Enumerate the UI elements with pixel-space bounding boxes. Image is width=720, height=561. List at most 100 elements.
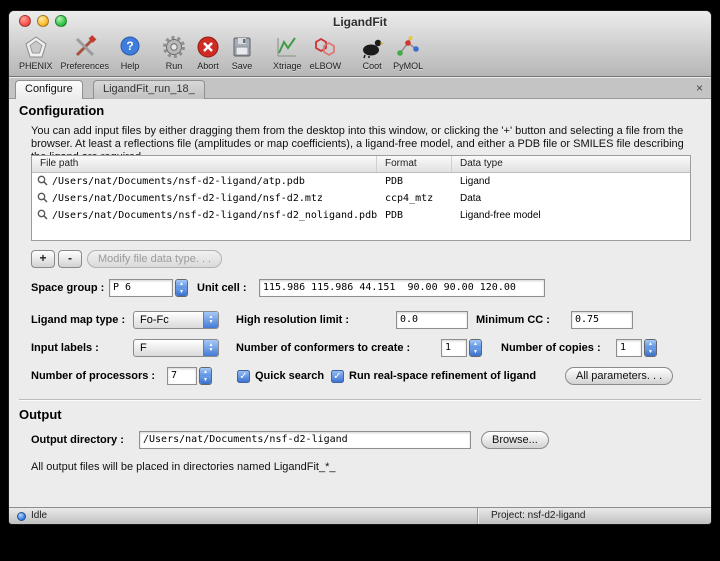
- conformers-stepper[interactable]: [469, 339, 482, 357]
- real-space-refinement-checkbox[interactable]: Run real-space refinement of ligand: [331, 367, 536, 385]
- modify-file-data-type-button[interactable]: Modify file data type. . .: [87, 250, 222, 268]
- run-gear-icon: [161, 34, 187, 60]
- input-labels-dropdown[interactable]: F: [133, 339, 219, 357]
- toolbar-preferences-button[interactable]: Preferences: [57, 33, 114, 72]
- file-path-cell: /Users/nat/Documents/nsf-d2-ligand/atp.p…: [52, 176, 377, 187]
- output-heading: Output: [19, 407, 62, 422]
- unit-cell-input[interactable]: 115.986 115.986 44.151 90.00 90.00 120.0…: [259, 279, 545, 297]
- output-directory-label: Output directory :: [31, 431, 124, 449]
- table-row[interactable]: /Users/nat/Documents/nsf-d2-ligand/nsf-d…: [32, 207, 690, 224]
- remove-file-button[interactable]: -: [58, 250, 82, 268]
- checkbox-label: Run real-space refinement of ligand: [349, 370, 536, 382]
- all-parameters-button[interactable]: All parameters. . .: [565, 367, 673, 385]
- ligand-map-type-dropdown[interactable]: Fo-Fc: [133, 311, 219, 329]
- output-directory-input[interactable]: /Users/nat/Documents/nsf-d2-ligand: [139, 431, 471, 449]
- status-indicator-icon: [17, 512, 26, 521]
- window-chrome: LigandFit PHENIX Preferences ? Help: [9, 11, 711, 77]
- toolbar-label: PHENIX: [19, 61, 53, 71]
- format-cell: PDB: [377, 176, 452, 187]
- toolbar-elbow-button[interactable]: eLBOW: [306, 33, 346, 72]
- xtriage-chart-icon: [274, 34, 300, 60]
- dropdown-value: F: [134, 340, 203, 356]
- input-files-table[interactable]: File path Format Data type /Users/nat/Do…: [31, 155, 691, 241]
- toolbar-xtriage-button[interactable]: Xtriage: [269, 33, 306, 72]
- stepper-up-icon[interactable]: [200, 368, 211, 376]
- stepper-up-icon[interactable]: [470, 340, 481, 348]
- stepper-down-icon[interactable]: [200, 376, 211, 384]
- column-header-file-path: File path: [32, 156, 377, 172]
- stepper-up-icon[interactable]: [645, 340, 656, 348]
- conformers-label: Number of conformers to create :: [236, 339, 410, 357]
- high-resolution-limit-input[interactable]: 0.0: [396, 311, 468, 329]
- table-row[interactable]: /Users/nat/Documents/nsf-d2-ligand/atp.p…: [32, 173, 690, 190]
- toolbar-label: PyMOL: [393, 61, 423, 71]
- space-group-label: Space group :: [31, 279, 104, 297]
- column-header-format: Format: [377, 156, 452, 172]
- dropdown-arrows-icon: [203, 340, 218, 356]
- toolbar-save-button[interactable]: Save: [225, 33, 259, 72]
- minimum-cc-label: Minimum CC :: [476, 311, 550, 329]
- quick-search-checkbox[interactable]: Quick search: [237, 367, 324, 385]
- format-cell: ccp4_mtz: [377, 193, 452, 204]
- toolbar-label: Run: [166, 61, 183, 71]
- coot-bird-icon: [359, 34, 385, 60]
- data-type-cell: Ligand-free model: [452, 210, 690, 221]
- toolbar-phenix-button[interactable]: PHENIX: [15, 33, 57, 72]
- preferences-icon: [72, 34, 98, 60]
- toolbar-label: eLBOW: [310, 61, 342, 71]
- abort-icon: [195, 34, 221, 60]
- toolbar-help-button[interactable]: ? Help: [113, 33, 147, 72]
- table-header: File path Format Data type: [32, 156, 690, 173]
- toolbar-label: Preferences: [61, 61, 110, 71]
- phenix-icon: [23, 34, 49, 60]
- conformers-input[interactable]: 1: [441, 339, 467, 357]
- status-bar: Idle Project: nsf-d2-ligand: [9, 507, 711, 524]
- space-group-input[interactable]: P 6: [109, 279, 173, 297]
- checkbox-checked-icon: [331, 370, 344, 383]
- toolbar-label: Abort: [197, 61, 219, 71]
- minimum-cc-input[interactable]: 0.75: [571, 311, 633, 329]
- toolbar-label: Save: [232, 61, 253, 71]
- tab-bar: Configure LigandFit_run_18_ ×: [9, 78, 711, 99]
- magnifier-icon: [32, 192, 52, 206]
- space-group-stepper[interactable]: [175, 279, 188, 297]
- table-row[interactable]: /Users/nat/Documents/nsf-d2-ligand/nsf-d…: [32, 190, 690, 207]
- magnifier-icon: [32, 209, 52, 223]
- pymol-molecule-icon: [395, 34, 421, 60]
- configure-panel: Configuration You can add input files by…: [9, 99, 711, 507]
- dropdown-value: Fo-Fc: [134, 312, 203, 328]
- processors-stepper[interactable]: [199, 367, 212, 385]
- elbow-molecule-icon: [312, 34, 338, 60]
- add-file-button[interactable]: +: [31, 250, 55, 268]
- project-name-text: Project: nsf-d2-ligand: [491, 510, 586, 521]
- output-note-text: All output files will be placed in direc…: [31, 461, 336, 473]
- toolbar-coot-button[interactable]: Coot: [355, 33, 389, 72]
- save-floppy-icon: [229, 34, 255, 60]
- app-window: LigandFit PHENIX Preferences ? Help: [8, 10, 712, 525]
- column-header-data-type: Data type: [452, 156, 690, 172]
- input-labels-label: Input labels :: [31, 339, 99, 357]
- browse-button[interactable]: Browse...: [481, 431, 549, 449]
- data-type-cell: Data: [452, 193, 690, 204]
- stepper-down-icon[interactable]: [176, 288, 187, 296]
- stepper-down-icon[interactable]: [470, 348, 481, 356]
- checkbox-checked-icon: [237, 370, 250, 383]
- toolbar: PHENIX Preferences ? Help Run: [9, 31, 711, 76]
- section-divider: [19, 399, 701, 401]
- tab-ligandfit-run[interactable]: LigandFit_run_18_: [93, 80, 205, 99]
- stepper-down-icon[interactable]: [645, 348, 656, 356]
- tab-close-icon[interactable]: ×: [696, 81, 703, 95]
- file-path-cell: /Users/nat/Documents/nsf-d2-ligand/nsf-d…: [52, 210, 377, 221]
- copies-stepper[interactable]: [644, 339, 657, 357]
- copies-input[interactable]: 1: [616, 339, 642, 357]
- toolbar-run-button[interactable]: Run: [157, 33, 191, 72]
- processors-input[interactable]: 7: [167, 367, 197, 385]
- toolbar-pymol-button[interactable]: PyMOL: [389, 33, 427, 72]
- checkbox-label: Quick search: [255, 370, 324, 382]
- stepper-up-icon[interactable]: [176, 280, 187, 288]
- tab-configure[interactable]: Configure: [15, 80, 83, 99]
- processors-label: Number of processors :: [31, 367, 155, 385]
- toolbar-abort-button[interactable]: Abort: [191, 33, 225, 72]
- toolbar-label: Coot: [363, 61, 382, 71]
- file-path-cell: /Users/nat/Documents/nsf-d2-ligand/nsf-d…: [52, 193, 377, 204]
